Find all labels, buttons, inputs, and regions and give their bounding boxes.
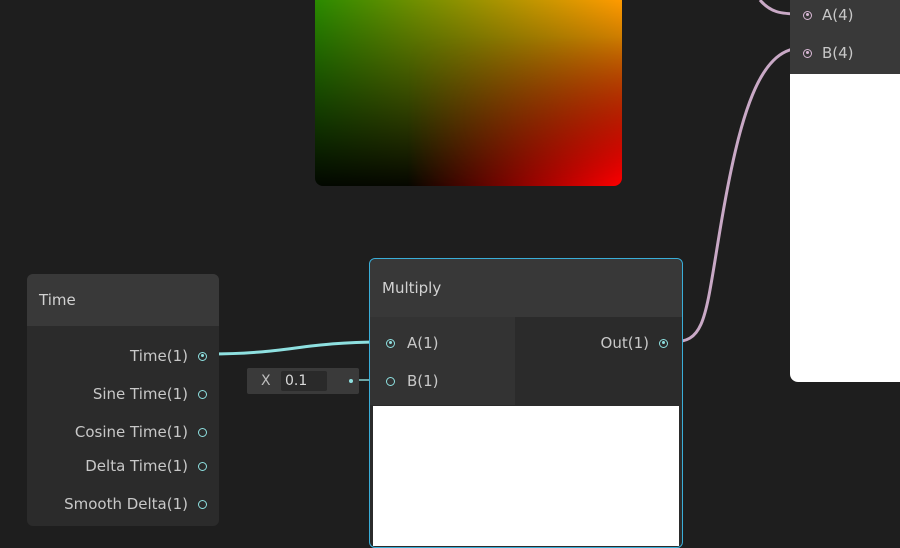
port-b[interactable]: B(1)	[386, 369, 439, 393]
port-connected-icon[interactable]	[803, 10, 812, 20]
wire-out-to-b	[671, 46, 801, 344]
port-a4[interactable]: A(4)	[803, 3, 854, 27]
multiply-outputs: Out(1)	[515, 317, 682, 405]
port-time[interactable]: Time(1)	[130, 344, 207, 368]
right-node-inputs: A(4) B(4)	[790, 0, 900, 74]
port-label: B(1)	[407, 372, 439, 390]
multiply-preview	[373, 406, 679, 546]
port-cosine-time[interactable]: Cosine Time(1)	[75, 420, 207, 444]
port-icon[interactable]	[198, 499, 207, 509]
port-smooth-delta[interactable]: Smooth Delta(1)	[64, 492, 207, 516]
port-icon[interactable]	[198, 427, 207, 437]
multiply-inputs: A(1) B(1)	[370, 317, 515, 405]
port-connected-icon[interactable]	[386, 338, 395, 348]
color-preview	[315, 0, 622, 186]
multiply-node[interactable]: Multiply A(1) B(1) Out(1)	[369, 258, 683, 548]
port-a[interactable]: A(1)	[386, 331, 439, 355]
x-input-field[interactable]: X 0.1	[247, 368, 359, 394]
x-value-input[interactable]: 0.1	[281, 371, 327, 391]
time-node[interactable]: Time Time(1) Sine Time(1) Cosine Time(1)…	[27, 274, 219, 526]
wire-time-to-multiply-a	[208, 340, 386, 356]
port-b4[interactable]: B(4)	[803, 41, 854, 65]
port-label: Time(1)	[130, 347, 188, 365]
shader-graph-canvas[interactable]: Time Time(1) Sine Time(1) Cosine Time(1)…	[0, 0, 900, 548]
port-sine-time[interactable]: Sine Time(1)	[93, 382, 207, 406]
preview-red-overlay	[315, 0, 622, 186]
port-connected-icon[interactable]	[803, 48, 812, 58]
port-label: Out(1)	[600, 334, 649, 352]
port-label: Delta Time(1)	[85, 457, 188, 475]
port-connected-icon[interactable]	[659, 338, 668, 348]
port-icon[interactable]	[198, 389, 207, 399]
port-label: Cosine Time(1)	[74, 423, 188, 441]
right-node[interactable]: A(4) B(4)	[790, 0, 900, 382]
port-label: A(4)	[822, 6, 854, 24]
time-node-title[interactable]: Time	[27, 274, 219, 326]
port-icon[interactable]	[386, 376, 395, 386]
port-icon[interactable]	[198, 461, 207, 471]
port-label: Smooth Delta(1)	[64, 495, 188, 513]
port-out[interactable]: Out(1)	[601, 331, 668, 355]
x-connector-dot	[349, 379, 353, 383]
port-label: Sine Time(1)	[92, 385, 188, 403]
x-label: X	[261, 373, 271, 389]
port-label: B(4)	[822, 44, 854, 62]
port-delta-time[interactable]: Delta Time(1)	[85, 454, 207, 478]
port-connected-icon[interactable]	[198, 351, 207, 361]
port-label: A(1)	[407, 334, 439, 352]
multiply-node-title[interactable]: Multiply	[370, 259, 682, 317]
